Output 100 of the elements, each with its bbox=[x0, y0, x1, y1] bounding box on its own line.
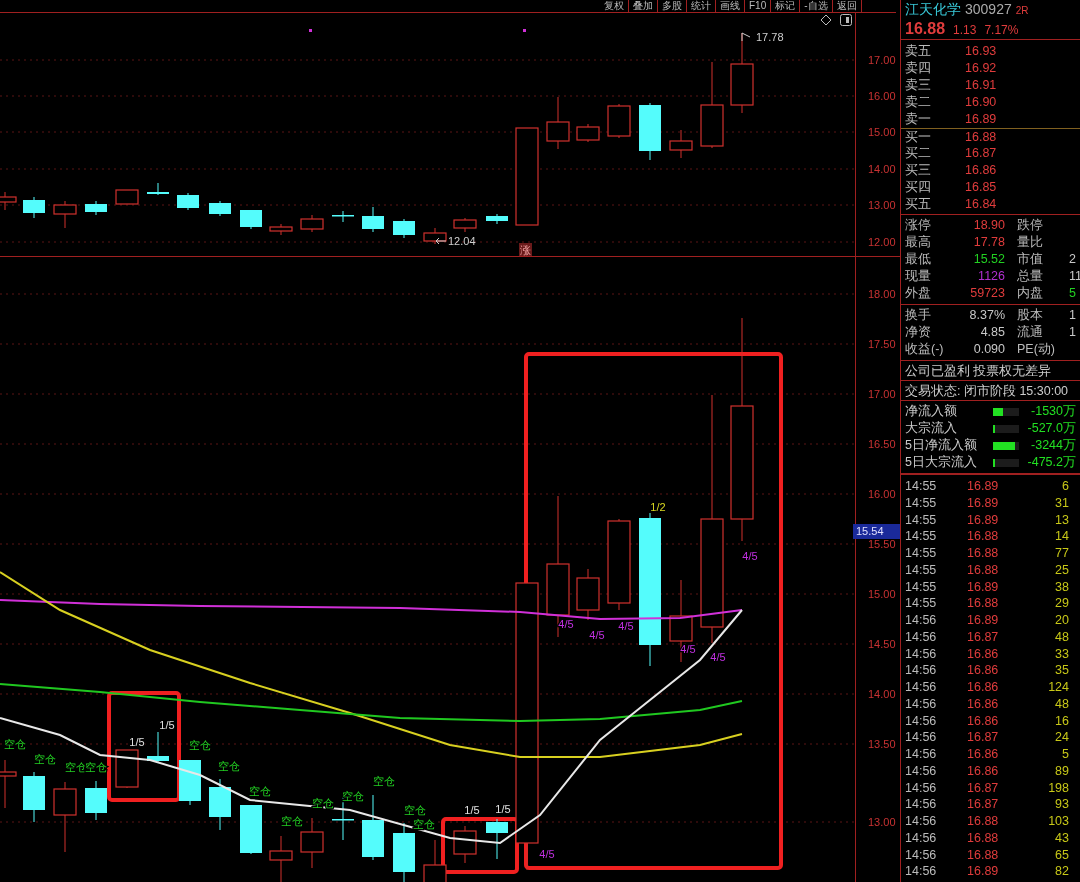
trade-volume: 48 bbox=[1054, 630, 1069, 644]
trade-volume: 43 bbox=[1054, 831, 1069, 845]
trade-price: 16.88 bbox=[967, 563, 1000, 577]
trade-volume: 25 bbox=[1054, 563, 1069, 577]
trade-volume: 29 bbox=[1054, 597, 1069, 610]
trade-price: 16.86 bbox=[967, 664, 1000, 677]
diamond-icon[interactable] bbox=[820, 14, 832, 26]
price-axis-label: 13.50 bbox=[868, 738, 896, 750]
position-fraction-label: 1/5 bbox=[464, 804, 480, 816]
trade-price: 16.87 bbox=[967, 781, 1000, 795]
stat-label: 涨停 bbox=[905, 219, 932, 232]
price-axis-label: 14.50 bbox=[868, 638, 896, 650]
stat-value: 1 bbox=[1069, 309, 1076, 322]
stat-value: 0.090 bbox=[972, 343, 1005, 356]
trade-price: 16.86 bbox=[967, 697, 1000, 711]
trade-time: 14:56 bbox=[905, 865, 938, 878]
trade-price: 16.86 bbox=[967, 681, 1000, 694]
candlestick bbox=[240, 209, 262, 230]
empty-position-label: 空仓 bbox=[373, 775, 395, 787]
fund-flow-label: 大宗流入 bbox=[905, 422, 958, 435]
candlestick bbox=[23, 771, 45, 823]
stat-value: 5 bbox=[1069, 287, 1076, 300]
trade-price: 16.88 bbox=[967, 848, 1000, 862]
trade-price: 16.86 bbox=[967, 748, 1000, 761]
panel-toggle-icon[interactable] bbox=[840, 14, 852, 26]
stat-value: 18.90 bbox=[972, 219, 1005, 232]
empty-position-label: 空仓 bbox=[4, 738, 26, 750]
trade-price: 16.88 bbox=[967, 530, 1000, 543]
price-axis-label: 12.00 bbox=[868, 236, 896, 248]
candlestick bbox=[393, 218, 415, 239]
trade-price: 16.86 bbox=[967, 714, 1000, 728]
stat-value: 2 bbox=[1069, 253, 1076, 266]
trade-time: 14:56 bbox=[905, 614, 938, 627]
stat-value: 4.85 bbox=[979, 326, 1005, 339]
candlestick bbox=[300, 214, 324, 233]
candlestick bbox=[209, 778, 231, 831]
fund-flow-label: 5日净流入额 bbox=[905, 439, 978, 452]
fund-flow-value: -527.0万 bbox=[1026, 422, 1076, 435]
candlestick bbox=[269, 223, 293, 236]
current-price-tag: 15.54 bbox=[853, 524, 900, 539]
empty-position-label: 空仓 bbox=[342, 790, 364, 802]
stat-label: 流通 bbox=[1017, 326, 1043, 339]
candlestick bbox=[453, 825, 477, 864]
fund-flow-value: -475.2万 bbox=[1026, 456, 1076, 469]
trade-time: 14:56 bbox=[905, 714, 938, 728]
trade-volume: 82 bbox=[1054, 865, 1069, 878]
trade-price: 16.88 bbox=[967, 597, 1000, 610]
candlestick bbox=[486, 213, 508, 225]
stat-label: 净资 bbox=[905, 326, 932, 339]
position-fraction-label: 4/5 bbox=[539, 848, 555, 860]
stat-value: 59723 bbox=[969, 287, 1005, 300]
stat-label: 内盘 bbox=[1017, 287, 1043, 300]
stock-code: 300927 bbox=[965, 2, 1012, 16]
candlestick bbox=[639, 102, 661, 161]
position-fraction-label: 4/5 bbox=[618, 620, 634, 632]
high-price-callout: 17.78 bbox=[741, 31, 784, 43]
trade-volume: 20 bbox=[1054, 614, 1069, 627]
trade-volume: 35 bbox=[1054, 664, 1069, 677]
fund-flow-value: -3244万 bbox=[1030, 439, 1076, 452]
trade-time: 14:56 bbox=[905, 798, 938, 811]
order-price: 16.90 bbox=[965, 96, 997, 109]
order-price: 16.88 bbox=[965, 130, 997, 144]
trade-volume: 33 bbox=[1054, 647, 1069, 661]
empty-position-label: 空仓 bbox=[34, 753, 56, 765]
candlestick bbox=[362, 794, 384, 861]
candlestick bbox=[453, 217, 477, 233]
empty-position-label: 空仓 bbox=[218, 760, 240, 772]
trade-volume: 13 bbox=[1054, 513, 1069, 527]
trade-time: 14:55 bbox=[905, 580, 938, 594]
order-level-label: 卖二 bbox=[905, 96, 932, 109]
position-fraction-label: 4/5 bbox=[558, 618, 574, 630]
order-price: 16.93 bbox=[965, 45, 997, 58]
candlestick bbox=[85, 200, 107, 216]
trade-price: 16.89 bbox=[967, 496, 1000, 510]
price-axis-label: 17.50 bbox=[868, 338, 896, 350]
trade-volume: 198 bbox=[1047, 781, 1069, 795]
order-price: 16.92 bbox=[965, 62, 997, 75]
company-note: 公司已盈利 投票权无差异 bbox=[905, 364, 1052, 378]
trade-volume: 5 bbox=[1061, 748, 1069, 761]
price-axis-label: 18.00 bbox=[868, 288, 896, 300]
stat-label: PE(动) bbox=[1017, 343, 1055, 356]
candlestick bbox=[576, 123, 600, 143]
candlestick bbox=[362, 206, 384, 233]
trade-time: 14:56 bbox=[905, 731, 938, 744]
candlestick bbox=[240, 804, 262, 855]
candlestick bbox=[423, 227, 447, 245]
price-axis-label: 15.50 bbox=[868, 538, 896, 550]
candlestick bbox=[85, 780, 107, 821]
position-fraction-label: 1/5 bbox=[159, 719, 175, 731]
trade-volume: 93 bbox=[1054, 798, 1069, 811]
candlestick bbox=[115, 749, 139, 789]
limit-up-marker: 涨 bbox=[519, 243, 532, 256]
price-change: 1.13 bbox=[953, 24, 977, 36]
order-level-label: 卖四 bbox=[905, 62, 932, 75]
trade-price: 16.88 bbox=[967, 815, 1000, 828]
trade-volume: 31 bbox=[1054, 496, 1069, 510]
stat-label: 外盘 bbox=[905, 287, 932, 300]
position-fraction-label: 1/5 bbox=[129, 736, 145, 748]
candlestick bbox=[53, 781, 77, 853]
trade-volume: 48 bbox=[1054, 697, 1069, 711]
